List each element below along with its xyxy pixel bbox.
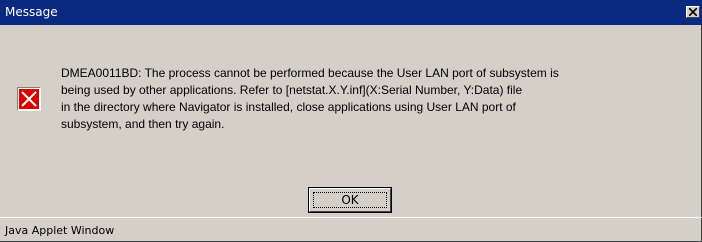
- error-icon: [17, 87, 41, 111]
- message-dialog-window: Message DMEA0011BD: The process cannot b…: [0, 0, 702, 242]
- applet-warning-label: Java Applet Window: [5, 224, 115, 237]
- message-line: subsystem, and then try again.: [61, 117, 225, 131]
- close-button[interactable]: [686, 6, 700, 18]
- dialog-content: DMEA0011BD: The process cannot be perfor…: [0, 25, 702, 213]
- ok-button-label: OK: [313, 192, 387, 208]
- error-message: DMEA0011BD: The process cannot be perfor…: [61, 65, 691, 133]
- message-line: being used by other applications. Refer …: [61, 83, 523, 97]
- ok-button[interactable]: OK: [308, 187, 392, 213]
- message-line: DMEA0011BD: The process cannot be perfor…: [61, 66, 559, 80]
- title-bar[interactable]: Message: [0, 0, 702, 25]
- message-line: in the directory where Navigator is inst…: [61, 100, 516, 114]
- window-title: Message: [5, 5, 58, 19]
- close-icon: [689, 8, 697, 16]
- status-bar: Java Applet Window: [0, 217, 702, 242]
